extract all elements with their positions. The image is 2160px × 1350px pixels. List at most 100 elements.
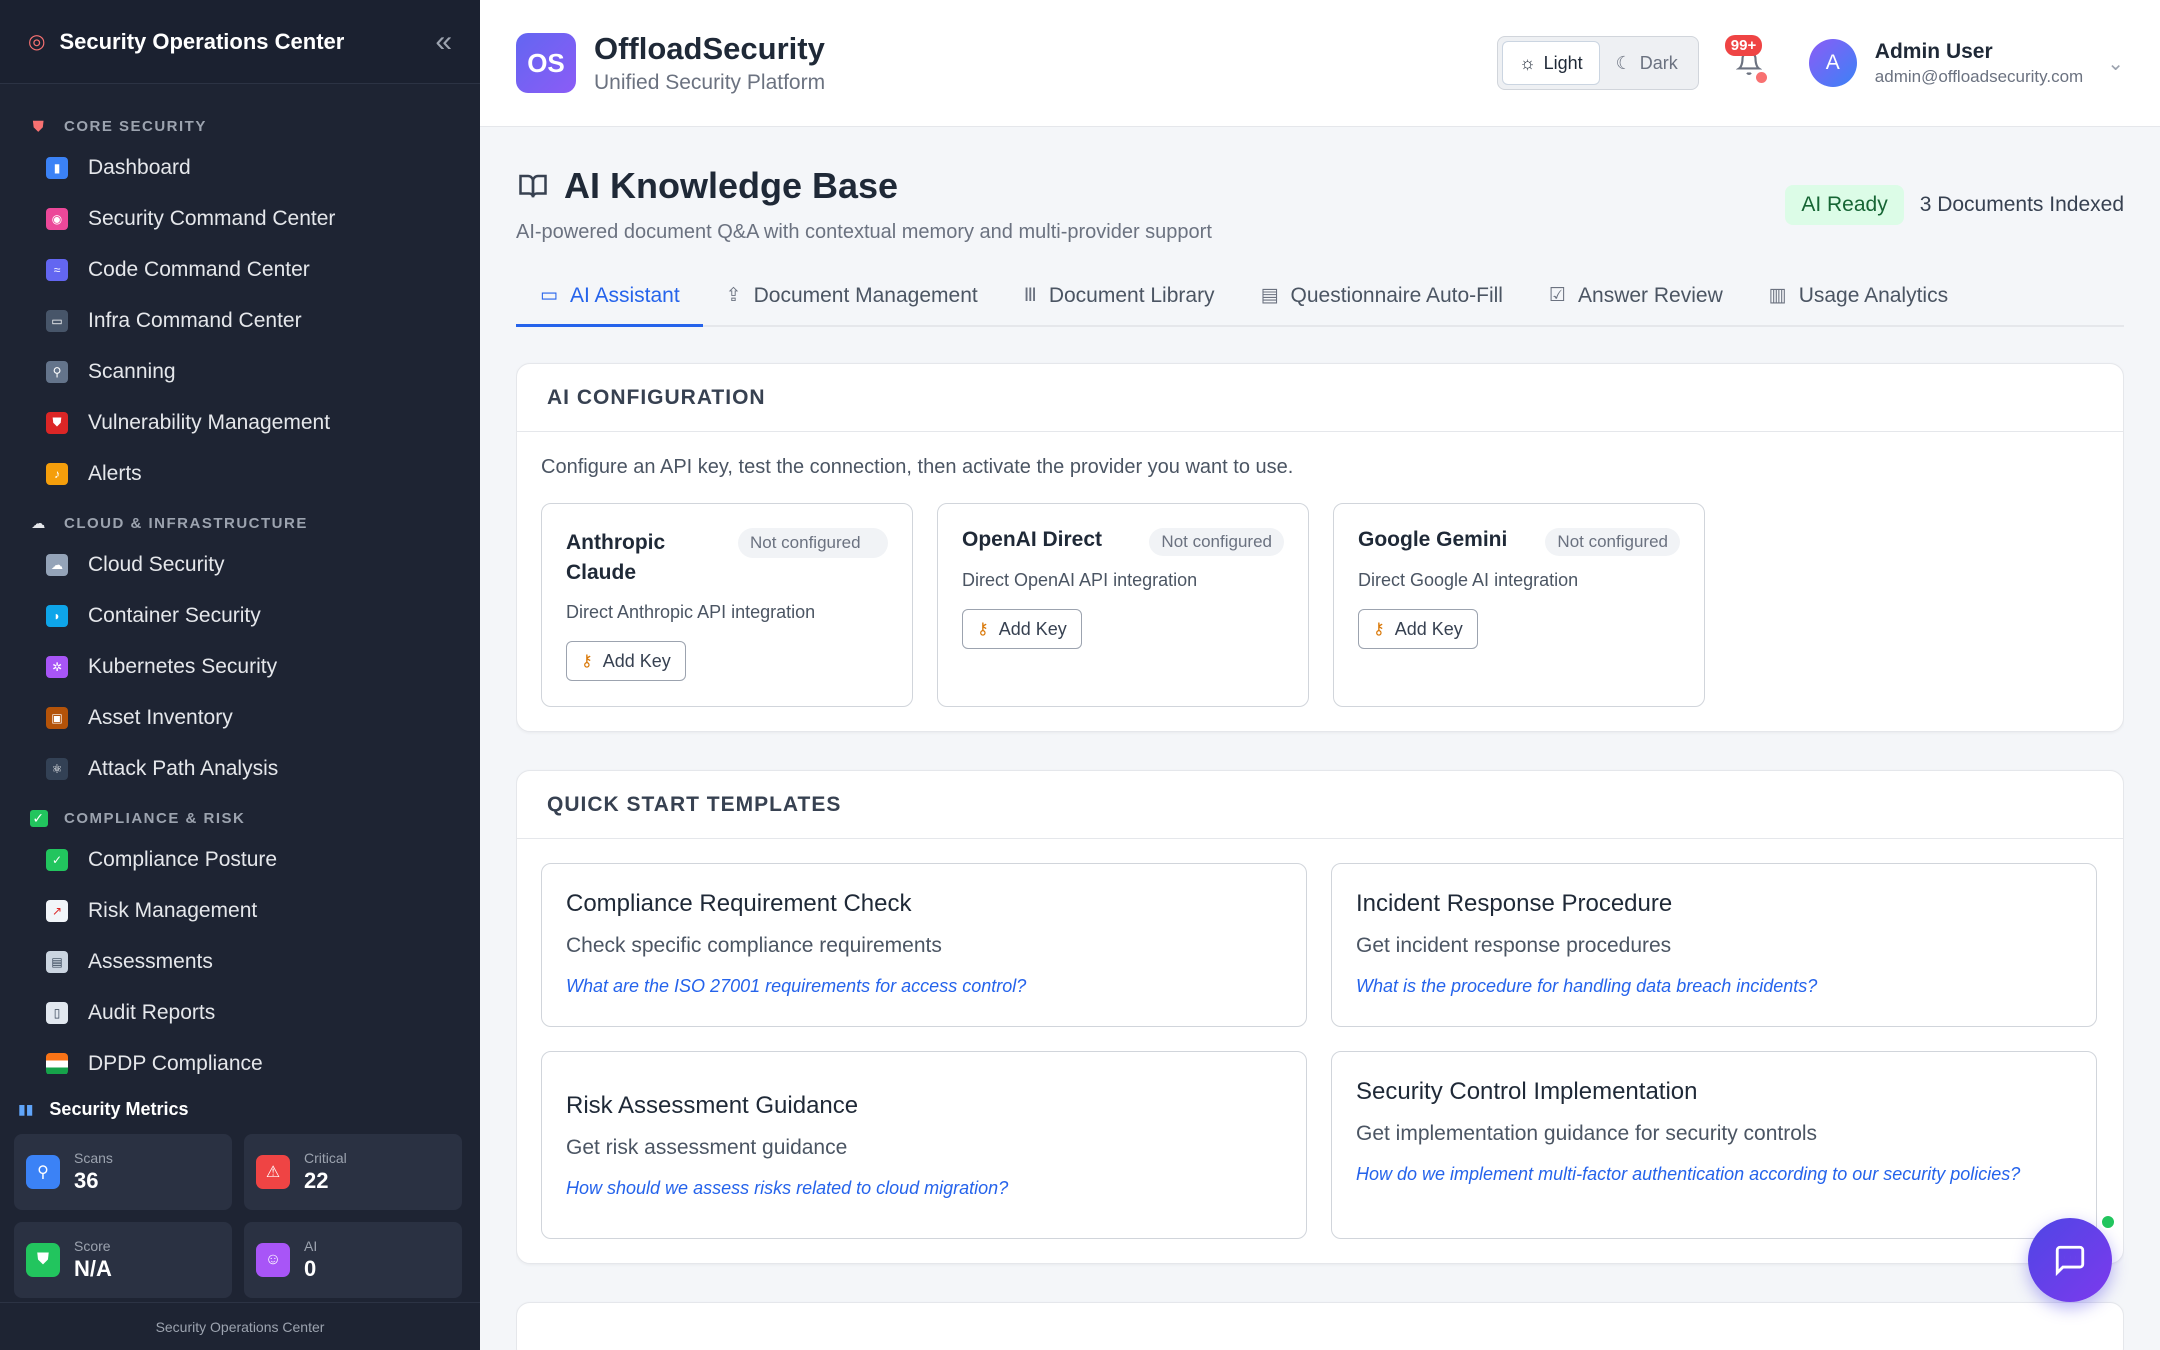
metric-label: Critical bbox=[304, 1150, 347, 1166]
template-card[interactable]: Security Control Implementation Get impl… bbox=[1331, 1051, 2097, 1239]
add-key-label: Add Key bbox=[998, 618, 1067, 639]
template-description: Get implementation guidance for security… bbox=[1356, 1122, 1818, 1145]
sidebar-item-container-security[interactable]: ◗ Container Security bbox=[0, 590, 480, 641]
sidebar-header: ◎ Security Operations Center « bbox=[0, 0, 480, 84]
metric-scans[interactable]: ⚲ Scans 36 bbox=[14, 1134, 232, 1210]
sidebar-item-audit-reports[interactable]: ▯ Audit Reports bbox=[0, 987, 480, 1038]
dna-icon: ≈ bbox=[46, 258, 68, 281]
sidebar-item-label: Code Command Center bbox=[88, 257, 310, 281]
brand-subtitle: Unified Security Platform bbox=[594, 71, 826, 94]
theme-dark-label: Dark bbox=[1639, 52, 1678, 73]
india-flag-icon bbox=[46, 1052, 68, 1074]
template-description: Check specific compliance requirements bbox=[566, 934, 942, 957]
user-name: Admin User bbox=[1874, 39, 1993, 63]
topbar: OS OffloadSecurity Unified Security Plat… bbox=[480, 0, 2160, 127]
bar-chart-icon: ▥ bbox=[1768, 285, 1787, 306]
add-key-button[interactable]: ⚷ Add Key bbox=[962, 609, 1082, 649]
cloud-icon: ☁ bbox=[31, 514, 47, 531]
provider-name: Google Gemini bbox=[1358, 528, 1508, 551]
theme-light-label: Light bbox=[1543, 52, 1583, 73]
template-card[interactable]: Incident Response Procedure Get incident… bbox=[1331, 863, 2097, 1027]
sidebar: ◎ Security Operations Center « ⛊ CORE SE… bbox=[0, 0, 480, 1350]
sidebar-item-assessments[interactable]: ▤ Assessments bbox=[0, 936, 480, 987]
config-description: Configure an API key, test the connectio… bbox=[541, 456, 1294, 478]
template-question: How do we implement multi-factor authent… bbox=[1356, 1164, 2021, 1184]
template-card[interactable]: Compliance Requirement Check Check speci… bbox=[541, 863, 1307, 1027]
bell-icon: ♪ bbox=[46, 462, 68, 485]
page-title-text: AI Knowledge Base bbox=[564, 165, 899, 206]
tab-usage-analytics[interactable]: ▥ Usage Analytics bbox=[1746, 267, 1971, 327]
sidebar-item-label: Assessments bbox=[88, 949, 213, 973]
tab-document-management[interactable]: ⇪ Document Management bbox=[703, 267, 1001, 327]
chevron-down-icon[interactable]: ⌄ bbox=[2107, 51, 2124, 76]
template-question: What are the ISO 27001 requirements for … bbox=[566, 976, 1027, 996]
metric-label: Scans bbox=[74, 1150, 113, 1166]
add-key-button[interactable]: ⚷ Add Key bbox=[1358, 609, 1478, 649]
tab-document-library[interactable]: Ⅲ Document Library bbox=[1001, 267, 1238, 327]
sidebar-item-label: Scanning bbox=[88, 359, 176, 383]
metric-label: AI bbox=[304, 1238, 318, 1254]
metric-ai[interactable]: ☺ AI 0 bbox=[244, 1222, 462, 1298]
sidebar-item-cloud-security[interactable]: ☁ Cloud Security bbox=[0, 539, 480, 590]
notifications-button[interactable]: 99+ bbox=[1724, 33, 1769, 93]
metric-value: 36 bbox=[74, 1168, 99, 1193]
metric-critical[interactable]: ⚠ Critical 22 bbox=[244, 1134, 462, 1210]
section-label: CLOUD & INFRASTRUCTURE bbox=[64, 514, 308, 532]
collapse-sidebar-icon[interactable]: « bbox=[435, 25, 452, 59]
clipboard-icon: ▤ bbox=[46, 950, 68, 973]
metric-value: N/A bbox=[74, 1256, 112, 1281]
target-icon: ◎ bbox=[28, 31, 46, 53]
panel-heading: QUICK START TEMPLATES bbox=[517, 771, 2123, 839]
shield-icon: ⛊ bbox=[46, 411, 68, 434]
chat-assistant-button[interactable] bbox=[2028, 1214, 2116, 1302]
tab-answer-review[interactable]: ☑ Answer Review bbox=[1526, 267, 1746, 327]
sidebar-item-risk-management[interactable]: ↗ Risk Management bbox=[0, 885, 480, 936]
sidebar-item-dpdp-compliance[interactable]: DPDP Compliance bbox=[0, 1038, 480, 1074]
sidebar-item-kubernetes-security[interactable]: ✲ Kubernetes Security bbox=[0, 641, 480, 692]
sidebar-item-dashboard[interactable]: ▮ Dashboard bbox=[0, 142, 480, 193]
key-icon: ⚷ bbox=[977, 621, 989, 638]
sidebar-item-compliance-posture[interactable]: ✓ Compliance Posture bbox=[0, 834, 480, 885]
section-label: CORE SECURITY bbox=[64, 117, 207, 135]
add-key-label: Add Key bbox=[1394, 618, 1463, 639]
provider-name: OpenAI Direct bbox=[962, 528, 1103, 551]
sidebar-item-alerts[interactable]: ♪ Alerts bbox=[0, 448, 480, 499]
metric-score[interactable]: ⛊ Score N/A bbox=[14, 1222, 232, 1298]
template-card[interactable]: Risk Assessment Guidance Get risk assess… bbox=[541, 1051, 1307, 1239]
template-description: Get risk assessment guidance bbox=[566, 1136, 848, 1159]
notification-count-badge: 99+ bbox=[1724, 35, 1763, 56]
helm-icon: ✲ bbox=[46, 655, 68, 678]
moon-icon: ☾ bbox=[1615, 52, 1632, 73]
avatar[interactable]: A bbox=[1808, 39, 1857, 87]
tab-ai-assistant[interactable]: ▭ AI Assistant bbox=[516, 267, 703, 327]
tab-label: Questionnaire Auto-Fill bbox=[1290, 283, 1503, 307]
theme-toggle: ☼ Light ☾ Dark bbox=[1497, 36, 1699, 90]
brand-name: OffloadSecurity bbox=[594, 31, 825, 66]
sidebar-footer: Security Operations Center bbox=[0, 1302, 480, 1350]
sidebar-item-vulnerability-management[interactable]: ⛊ Vulnerability Management bbox=[0, 397, 480, 448]
sidebar-item-scanning[interactable]: ⚲ Scanning bbox=[0, 346, 480, 397]
sidebar-item-label: Alerts bbox=[88, 461, 142, 485]
user-menu[interactable]: Admin User admin@offloadsecurity.com bbox=[1875, 40, 2083, 87]
bar-chart-icon: ▮ bbox=[46, 156, 68, 179]
add-key-button[interactable]: ⚷ Add Key bbox=[566, 641, 686, 681]
metric-value: 0 bbox=[304, 1256, 317, 1281]
sidebar-item-attack-path-analysis[interactable]: ⚛ Attack Path Analysis bbox=[0, 743, 480, 794]
sidebar-item-infra-command-center[interactable]: ▭ Infra Command Center bbox=[0, 295, 480, 346]
theme-light-button[interactable]: ☼ Light bbox=[1502, 41, 1600, 85]
clipboard-check-icon: ☑ bbox=[1548, 285, 1567, 306]
sidebar-item-asset-inventory[interactable]: ▣ Asset Inventory bbox=[0, 692, 480, 743]
atom-icon: ⚛ bbox=[46, 757, 68, 780]
sidebar-item-label: Kubernetes Security bbox=[88, 654, 278, 678]
sidebar-item-label: Asset Inventory bbox=[88, 705, 233, 729]
section-cloud-infrastructure: ☁ CLOUD & INFRASTRUCTURE bbox=[0, 507, 480, 539]
sidebar-item-security-command-center[interactable]: ◉ Security Command Center bbox=[0, 193, 480, 244]
theme-dark-button[interactable]: ☾ Dark bbox=[1600, 41, 1694, 85]
sidebar-item-code-command-center[interactable]: ≈ Code Command Center bbox=[0, 244, 480, 295]
brand-logo: OS bbox=[516, 33, 576, 93]
security-metrics: ▮▮ Security Metrics ⚲ Scans 36 ⚠ Critical… bbox=[0, 1074, 480, 1304]
tab-label: Answer Review bbox=[1578, 283, 1723, 307]
template-title: Incident Response Procedure bbox=[1356, 890, 1673, 917]
clipboard-list-icon: ▤ bbox=[1260, 285, 1279, 306]
tab-questionnaire-auto-fill[interactable]: ▤ Questionnaire Auto-Fill bbox=[1238, 267, 1526, 327]
